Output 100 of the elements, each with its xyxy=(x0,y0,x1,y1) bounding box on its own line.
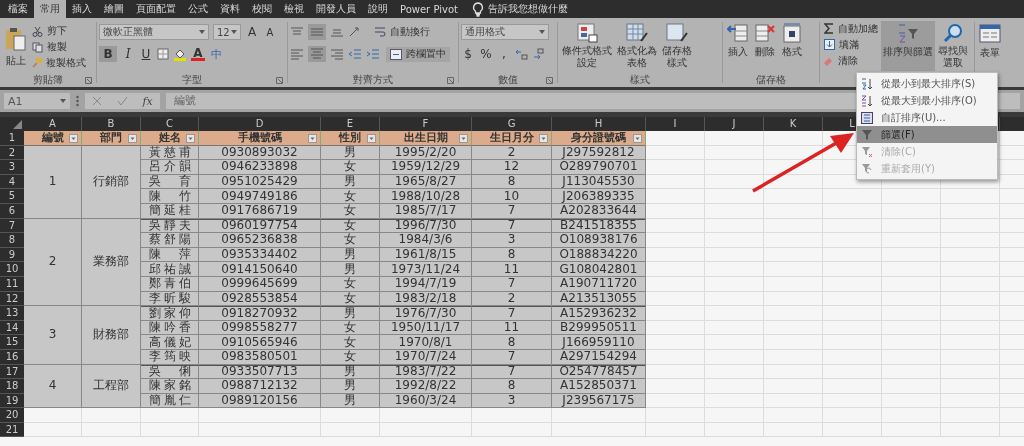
clear-button[interactable]: 清除 xyxy=(822,53,880,68)
check-icon[interactable] xyxy=(116,96,128,106)
filter-dropdown-icon[interactable] xyxy=(459,134,468,143)
align-right-icon[interactable] xyxy=(330,48,344,60)
fill-color-icon[interactable] xyxy=(173,47,187,61)
row-header[interactable]: 8 xyxy=(0,233,24,248)
row-header[interactable]: 10 xyxy=(0,262,24,277)
decrease-indent-icon[interactable] xyxy=(348,48,362,60)
column-header[interactable]: A xyxy=(24,117,82,131)
bold-button[interactable]: B xyxy=(99,46,117,62)
filter-dropdown-icon[interactable] xyxy=(69,134,78,143)
comma-style-button[interactable]: , xyxy=(497,46,511,62)
number-format-field[interactable]: 通用格式 xyxy=(461,24,549,40)
cut-button[interactable]: 剪下 xyxy=(30,23,88,39)
cells-button[interactable]: 刪除 xyxy=(752,21,778,71)
column-header[interactable]: I xyxy=(646,117,705,131)
column-header[interactable]: K xyxy=(764,117,823,131)
underline-button[interactable]: U xyxy=(139,46,153,62)
ribbon-tab[interactable]: 開發人員 xyxy=(310,0,362,18)
align-left-icon[interactable] xyxy=(290,48,304,60)
font-name-field[interactable]: 微軟正黑體 xyxy=(99,24,209,40)
grow-font-button[interactable]: A xyxy=(245,24,259,40)
ribbon-tab[interactable]: 說明 xyxy=(362,0,394,18)
autosum-button[interactable]: 自動加總 xyxy=(822,21,880,36)
row-header[interactable]: 13 xyxy=(0,306,24,321)
name-box[interactable]: A1 xyxy=(4,93,70,109)
sort-filter-button[interactable]: 排序與篩選 xyxy=(881,21,935,71)
increase-decimal-icon[interactable] xyxy=(515,48,529,60)
dialog-launcher-icon[interactable] xyxy=(276,77,283,84)
insert-function-button[interactable]: fx xyxy=(142,94,153,108)
ribbon-tab[interactable]: 校閱 xyxy=(246,0,278,18)
copy-button[interactable]: 複製 xyxy=(30,39,88,55)
column-header[interactable]: D xyxy=(199,117,321,131)
decrease-decimal-icon[interactable] xyxy=(533,48,547,60)
italic-button[interactable]: I xyxy=(121,46,135,62)
currency-button[interactable]: $ xyxy=(461,46,475,62)
style-button[interactable]: 儲存格 樣式 xyxy=(660,21,694,71)
select-all-button[interactable] xyxy=(0,117,24,131)
wrap-text-button[interactable]: 自動換行 xyxy=(372,24,432,40)
column-header[interactable]: F xyxy=(380,117,472,131)
borders-icon[interactable] xyxy=(157,48,169,60)
row-header[interactable]: 15 xyxy=(0,335,24,350)
format-painter-button[interactable]: 複製格式 xyxy=(30,55,88,71)
dialog-launcher-icon[interactable] xyxy=(85,77,92,84)
filter-dropdown-icon[interactable] xyxy=(633,134,642,143)
align-middle-icon[interactable] xyxy=(308,24,326,40)
menu-item[interactable]: 從最大到最小排序(O) xyxy=(857,92,997,109)
empty-cell xyxy=(882,349,941,365)
increase-indent-icon[interactable] xyxy=(366,48,380,60)
empty-cell xyxy=(705,276,764,292)
menu-item[interactable]: 篩選(F) xyxy=(857,126,997,143)
row-header[interactable]: 1 xyxy=(0,131,24,146)
column-header[interactable]: J xyxy=(705,117,764,131)
empty-cell xyxy=(823,422,882,438)
fill-button[interactable]: 填滿 xyxy=(822,37,880,52)
cancel-icon[interactable] xyxy=(92,96,103,106)
align-center-icon[interactable] xyxy=(308,46,326,62)
merge-center-button[interactable]: 跨欄置中 xyxy=(386,46,450,62)
dialog-launcher-icon[interactable] xyxy=(546,77,553,84)
style-button[interactable]: 格式化為 表格 xyxy=(615,21,659,71)
shrink-font-button[interactable]: A xyxy=(263,24,277,40)
form-button[interactable]: 表單 xyxy=(977,22,1003,72)
ribbon-tab[interactable]: 繪圖 xyxy=(98,0,130,18)
column-header[interactable]: C xyxy=(141,117,199,131)
column-header[interactable]: H xyxy=(552,117,646,131)
menu-item[interactable]: 從最小到最大排序(S) xyxy=(857,75,997,92)
column-header[interactable]: B xyxy=(82,117,141,131)
font-color-button[interactable]: A xyxy=(191,47,205,61)
tell-me-search[interactable]: 告訴我您想做什麼 xyxy=(487,2,568,16)
align-top-icon[interactable] xyxy=(290,26,304,38)
row-header[interactable]: 20 xyxy=(0,408,24,423)
ribbon-tab[interactable]: 資料 xyxy=(214,0,246,18)
row-header[interactable]: 3 xyxy=(0,160,24,175)
align-bottom-icon[interactable] xyxy=(330,26,344,38)
row-header[interactable]: 5 xyxy=(0,189,24,204)
cells-button[interactable]: 插入 xyxy=(725,21,751,71)
style-button[interactable]: 條件式格式 設定 xyxy=(560,21,614,71)
percent-button[interactable]: % xyxy=(479,46,493,62)
column-header[interactable]: G xyxy=(472,117,552,131)
find-select-button[interactable]: 尋找與 選取 xyxy=(936,21,970,71)
filter-dropdown-icon[interactable] xyxy=(539,134,548,143)
column-header[interactable]: E xyxy=(321,117,380,131)
ribbon-tab[interactable]: 頁面配置 xyxy=(130,0,182,18)
ribbon-tab[interactable]: 公式 xyxy=(182,0,214,18)
filter-dropdown-icon[interactable] xyxy=(367,134,376,143)
font-size-field[interactable]: 12 xyxy=(213,24,241,40)
cells-button[interactable]: 格式 xyxy=(779,21,805,71)
filter-dropdown-icon[interactable] xyxy=(308,134,317,143)
custom-sort-icon xyxy=(861,111,873,124)
filter-dropdown-icon[interactable] xyxy=(128,134,137,143)
ribbon-tab[interactable]: Power Pivot xyxy=(394,0,464,18)
row-header[interactable]: 18 xyxy=(0,379,24,394)
filter-dropdown-icon[interactable] xyxy=(186,134,195,143)
ribbon-tab[interactable]: 插入 xyxy=(66,0,98,18)
ribbon-tab[interactable]: 檢視 xyxy=(278,0,310,18)
ribbon-tab[interactable]: 常用 xyxy=(34,0,66,18)
more-icon[interactable] xyxy=(76,95,79,107)
ribbon-tab[interactable]: 檔案 xyxy=(2,0,34,18)
dialog-launcher-icon[interactable] xyxy=(447,77,454,84)
paste-button[interactable]: 貼上 xyxy=(2,24,30,70)
